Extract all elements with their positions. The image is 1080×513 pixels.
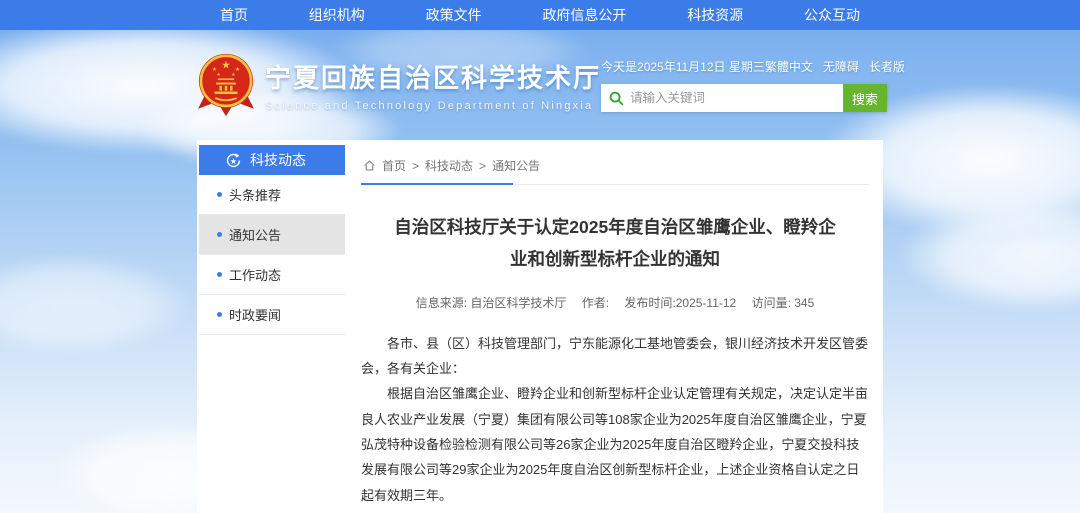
breadcrumb: 首页 > 科技动态 > 通知公告 bbox=[361, 151, 869, 185]
nav-item-organization[interactable]: 组织机构 bbox=[299, 0, 375, 30]
article-title: 自治区科技厅关于认定2025年度自治区雏鹰企业、瞪羚企业和创新型标杆企业的通知 bbox=[389, 211, 841, 276]
svg-text:★: ★ bbox=[231, 72, 236, 78]
sidebar-item-notices[interactable]: 通知公告 bbox=[199, 215, 345, 255]
site-title: 宁夏回族自治区科学技术厅 bbox=[265, 58, 601, 95]
nav-item-policy-documents[interactable]: 政策文件 bbox=[416, 0, 492, 30]
sidebar-item-work-updates[interactable]: 工作动态 bbox=[199, 255, 345, 295]
national-emblem-logo: ★ ★ ★ ★ ★ bbox=[197, 53, 255, 117]
search-icon bbox=[609, 91, 624, 106]
svg-text:★: ★ bbox=[216, 72, 221, 78]
sidebar-item-headlines[interactable]: 头条推荐 bbox=[199, 175, 345, 215]
article-body: 各市、县（区）科技管理部门，宁东能源化工基地管委会，银川经济技术开发区管委会，各… bbox=[361, 331, 869, 508]
svg-text:★: ★ bbox=[221, 60, 231, 72]
sidebar-item-label: 通知公告 bbox=[229, 225, 281, 244]
home-icon bbox=[363, 159, 376, 172]
article-paragraph: 根据自治区雏鹰企业、瞪羚企业和创新型标杆企业认定管理有关规定，决定认定半亩良人农… bbox=[361, 381, 869, 508]
elder-version-link[interactable]: 长者版 bbox=[869, 58, 905, 75]
accessibility-link[interactable]: 无障碍 bbox=[823, 58, 859, 75]
article-visit-count: 访问量: 345 bbox=[752, 296, 815, 310]
breadcrumb-home[interactable]: 首页 bbox=[382, 157, 406, 174]
bullet-icon bbox=[217, 232, 222, 237]
breadcrumb-separator: > bbox=[479, 159, 486, 173]
breadcrumb-current: 通知公告 bbox=[492, 157, 540, 174]
svg-text:★: ★ bbox=[235, 66, 240, 73]
breadcrumb-separator: > bbox=[412, 159, 419, 173]
article-author: 作者: bbox=[582, 296, 609, 310]
traditional-chinese-link[interactable]: 繁體中文 bbox=[765, 58, 813, 75]
nav-item-tech-resources[interactable]: 科技资源 bbox=[677, 0, 753, 30]
search-button[interactable]: 搜索 bbox=[843, 84, 887, 112]
search-bar: 搜索 bbox=[601, 84, 887, 112]
sidebar-item-label: 头条推荐 bbox=[229, 185, 281, 204]
sidebar-item-current-politics[interactable]: 时政要闻 bbox=[199, 295, 345, 335]
svg-text:★: ★ bbox=[212, 66, 217, 73]
site-header: ★ ★ ★ ★ ★ 宁夏回族自治区科学技术厅 Science and Techn… bbox=[0, 30, 1080, 140]
site-subtitle: Science and Technology Department of Nin… bbox=[265, 100, 601, 112]
top-navigation: 首页 组织机构 政策文件 政府信息公开 科技资源 公众互动 bbox=[0, 0, 1080, 30]
article-source: 信息来源: 自治区科学技术厅 bbox=[416, 296, 567, 310]
nav-item-gov-info-disclosure[interactable]: 政府信息公开 bbox=[532, 0, 636, 30]
svg-text:★: ★ bbox=[230, 156, 237, 165]
site-brand[interactable]: ★ ★ ★ ★ ★ 宁夏回族自治区科学技术厅 Science and Techn… bbox=[197, 53, 601, 117]
nav-item-home[interactable]: 首页 bbox=[210, 0, 258, 30]
sidebar-item-label: 工作动态 bbox=[229, 265, 281, 284]
current-date-text: 今天是2025年11月12日 星期三 bbox=[601, 58, 765, 75]
sidebar-header: ★ 科技动态 bbox=[199, 145, 345, 175]
bullet-icon bbox=[217, 192, 222, 197]
article-meta: 信息来源: 自治区科学技术厅 作者: 发布时间:2025-11-12 访问量: … bbox=[361, 294, 869, 311]
sidebar-title: 科技动态 bbox=[250, 150, 306, 170]
brand-text: 宁夏回族自治区科学技术厅 Science and Technology Depa… bbox=[265, 58, 601, 112]
cloud-decoration bbox=[900, 200, 1080, 310]
quick-links: 繁體中文 无障碍 长者版 bbox=[765, 58, 905, 75]
breadcrumb-section[interactable]: 科技动态 bbox=[425, 157, 473, 174]
article-paragraph: 各市、县（区）科技管理部门，宁东能源化工基地管委会，银川经济技术开发区管委会，各… bbox=[361, 331, 869, 382]
sidebar-item-label: 时政要闻 bbox=[229, 305, 281, 324]
main-container: ★ 科技动态 头条推荐 通知公告 工作动态 时政要闻 bbox=[197, 140, 883, 513]
bullet-icon bbox=[217, 272, 222, 277]
sidebar-menu: 头条推荐 通知公告 工作动态 时政要闻 bbox=[199, 175, 345, 335]
nav-item-public-interaction[interactable]: 公众互动 bbox=[794, 0, 870, 30]
article-publish-time: 发布时间:2025-11-12 bbox=[624, 296, 736, 310]
header-right: 今天是2025年11月12日 星期三 繁體中文 无障碍 长者版 bbox=[601, 58, 887, 112]
tech-news-icon: ★ bbox=[225, 152, 242, 169]
search-input[interactable] bbox=[630, 91, 835, 105]
cloud-decoration bbox=[0, 255, 190, 355]
content-area: 首页 > 科技动态 > 通知公告 自治区科技厅关于认定2025年度自治区雏鹰企业… bbox=[345, 145, 883, 513]
bullet-icon bbox=[217, 312, 222, 317]
sidebar: ★ 科技动态 头条推荐 通知公告 工作动态 时政要闻 bbox=[199, 145, 345, 513]
